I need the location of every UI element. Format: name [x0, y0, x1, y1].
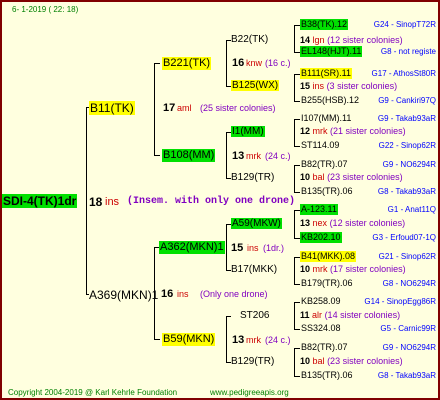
gen4-11-breeder: G21 - Sinop62R: [378, 252, 436, 261]
queen-gen2-4[interactable]: B59(MKN): [162, 333, 216, 346]
gen4-10-breeder: G3 - Erfoud07-1Q: [372, 233, 436, 242]
footer-website[interactable]: www.pedigreeapis.org: [210, 387, 289, 398]
gen2-2-breeder: mrk: [246, 151, 261, 161]
gen2-3-breeder: ins: [247, 243, 259, 253]
queen-gen4-3[interactable]: B111(SR).11: [300, 68, 353, 79]
queen-gen1-father[interactable]: A369(MKN)1: [89, 288, 158, 302]
queen-gen4-13[interactable]: KB258.09: [300, 296, 342, 307]
root-breeder: ins: [105, 196, 120, 208]
gen2-4-breeder: mrk: [246, 335, 261, 345]
gen2-3-year: 15: [231, 242, 244, 254]
queen-gen4-4[interactable]: B255(HSB).12: [300, 95, 360, 106]
gen1-father-year: 16: [161, 288, 174, 300]
gen3-5-info: 13 nex (12 sister colonies): [300, 218, 406, 228]
queen-gen3-2[interactable]: B125(WX): [231, 80, 280, 91]
queen-gen3-3[interactable]: I1(MM): [231, 126, 265, 137]
gen4-2-breeder: G8 - not registe: [380, 47, 436, 56]
gen2-1-breeder: knw: [246, 58, 263, 68]
queen-gen4-12[interactable]: B179(TR).06: [300, 278, 354, 289]
queen-gen3-8[interactable]: B129(TR): [231, 356, 274, 367]
queen-gen4-11[interactable]: B41(MKK).08: [300, 251, 357, 262]
gen3-7-info: 11 alr (14 sister colonies): [300, 310, 401, 320]
root-note: (Insem. with only one drone): [127, 196, 296, 207]
queen-gen3-1[interactable]: B22(TK): [231, 34, 268, 45]
queen-gen2-1[interactable]: B221(TK): [162, 57, 212, 70]
gen2-2-note: (24 c.): [265, 151, 291, 161]
queen-gen3-4[interactable]: B129(TR): [231, 172, 274, 183]
queen-gen2-3[interactable]: A362(MKN)1: [159, 241, 225, 254]
gen4-7-breeder: G9 - NO6294R: [382, 160, 436, 169]
gen4-4-breeder: G9 - Cankiri97Q: [378, 96, 436, 105]
gen4-9-breeder: G1 - Anat11Q: [387, 205, 436, 214]
gen1-mother-note: (25 sister colonies): [200, 103, 276, 113]
gen2-1-year: 16: [232, 57, 245, 69]
queen-gen4-14[interactable]: SS324.08: [300, 323, 342, 334]
gen3-2-info: 15 ins (3 sister colonies): [300, 81, 398, 91]
queen-gen3-7[interactable]: ST206: [240, 310, 269, 321]
gen4-16-breeder: G8 - Takab93aR: [377, 371, 436, 380]
queen-gen4-7[interactable]: B82(TR).07: [300, 159, 349, 170]
gen4-8-breeder: G8 - Takab93aR: [377, 187, 436, 196]
gen4-3-breeder: G17 - AthosSt80R: [371, 69, 436, 78]
queen-gen4-16[interactable]: B135(TR).06: [300, 370, 354, 381]
gen2-3-note: (1dr.): [263, 243, 285, 253]
gen3-8-info: 10 bal (23 sister colonies): [300, 356, 403, 366]
gen3-4-info: 10 bal (23 sister colonies): [300, 172, 403, 182]
gen3-6-info: 10 mrk (17 sister colonies): [300, 264, 406, 274]
queen-gen4-15[interactable]: B82(TR).07: [300, 342, 349, 353]
root-year: 18: [89, 195, 103, 209]
gen4-12-breeder: G8 - NO6294R: [382, 279, 436, 288]
queen-gen4-10[interactable]: KB202.10: [300, 232, 342, 243]
pedigree-canvas: 6- 1-2019 ( 22: 18) SDI-4(TK)1dr 18 ins …: [0, 0, 440, 400]
gen2-1-note: (16 c.): [265, 58, 291, 68]
queen-gen3-6[interactable]: B17(MKK): [231, 264, 277, 275]
queen-gen4-8[interactable]: B135(TR).06: [300, 186, 354, 197]
gen4-1-breeder: G24 - SinopT72R: [373, 20, 436, 29]
gen4-6-breeder: G22 - Sinop62R: [378, 141, 436, 150]
gen4-14-breeder: G5 - Carnic99R: [380, 324, 436, 333]
gen3-1-info: 14 lgn (12 sister colonies): [300, 35, 403, 45]
gen1-mother-breeder: aml: [177, 103, 192, 113]
gen3-3-info: 12 mrk (21 sister colonies): [300, 126, 406, 136]
footer-copyright: Copyright 2004-2019 @ Karl Kehrle Founda…: [8, 388, 178, 397]
gen1-father-breeder: ins: [177, 289, 189, 299]
gen2-2-year: 13: [232, 150, 245, 162]
header-date: 6- 1-2019 ( 22: 18): [12, 5, 79, 14]
queen-gen4-6[interactable]: ST114.09: [300, 140, 340, 151]
gen2-4-note: (24 c.): [265, 335, 291, 345]
queen-gen4-5[interactable]: I107(MM).11: [300, 113, 352, 124]
gen1-father-note: (Only one drone): [200, 289, 268, 299]
queen-gen4-2[interactable]: EL148(HJT).11: [300, 46, 363, 57]
queen-gen2-2[interactable]: B108(MM): [162, 149, 216, 162]
gen4-13-breeder: G14 - SinopEgg86R: [364, 297, 436, 306]
queen-gen3-5[interactable]: A59(MKW): [231, 218, 282, 229]
gen4-15-breeder: G9 - NO6294R: [382, 343, 436, 352]
queen-gen1-mother[interactable]: B11(TK): [89, 101, 135, 115]
queen-gen4-9[interactable]: A-123.11: [300, 204, 338, 215]
root-queen[interactable]: SDI-4(TK)1dr: [2, 194, 78, 208]
gen2-4-year: 13: [232, 334, 245, 346]
gen1-mother-year: 17: [163, 102, 176, 114]
queen-gen4-1[interactable]: B38(TK).12: [300, 19, 349, 30]
gen4-5-breeder: G9 - Takab93aR: [377, 114, 436, 123]
